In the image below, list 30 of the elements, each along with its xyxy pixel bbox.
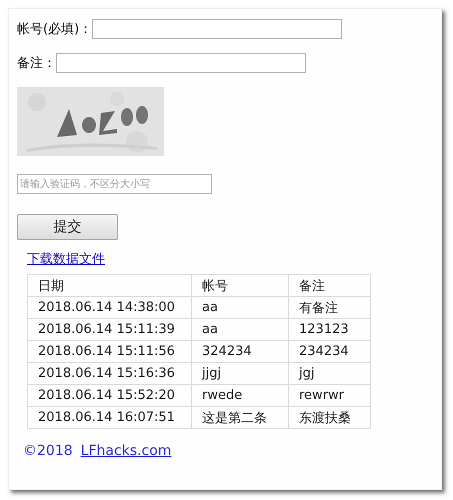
column-header: 备注 <box>288 274 370 296</box>
table-cell: 这是第二条 <box>192 406 288 428</box>
account-input[interactable] <box>92 19 342 39</box>
table-cell: 324234 <box>192 340 288 362</box>
column-header: 帐号 <box>192 274 288 296</box>
copyright-text: ©2018 <box>23 443 73 459</box>
table-cell: rewrwr <box>288 384 370 406</box>
table-cell: 有备注 <box>288 296 370 318</box>
table-cell: 2018.06.14 14:38:00 <box>28 296 192 318</box>
remark-input[interactable] <box>56 53 306 73</box>
remark-label: 备注： <box>17 55 56 72</box>
table-cell: 2018.06.14 15:11:56 <box>28 340 192 362</box>
table-cell: aa <box>192 318 288 340</box>
table-cell: 123123 <box>288 318 370 340</box>
submit-button[interactable]: 提交 <box>17 214 118 240</box>
table-cell: jjgj <box>192 362 288 384</box>
table-cell: aa <box>192 296 288 318</box>
table-cell: 2018.06.14 15:16:36 <box>28 362 192 384</box>
table-cell: 东渡扶桑 <box>288 406 370 428</box>
account-label: 帐号(必填)： <box>17 21 92 38</box>
download-link[interactable]: 下载数据文件 <box>27 250 105 268</box>
table-cell: 2018.06.14 16:07:51 <box>28 406 192 428</box>
table-cell: 2018.06.14 15:52:20 <box>28 384 192 406</box>
table-cell: jgj <box>288 362 370 384</box>
captcha-input[interactable]: 请输入验证码，不区分大小写 <box>17 174 212 194</box>
site-link[interactable]: LFhacks.com <box>80 443 172 459</box>
table-cell: 2018.06.14 15:11:39 <box>28 318 192 340</box>
table-cell: 234234 <box>288 340 370 362</box>
column-header: 日期 <box>28 274 192 296</box>
table-cell: rwede <box>192 384 288 406</box>
